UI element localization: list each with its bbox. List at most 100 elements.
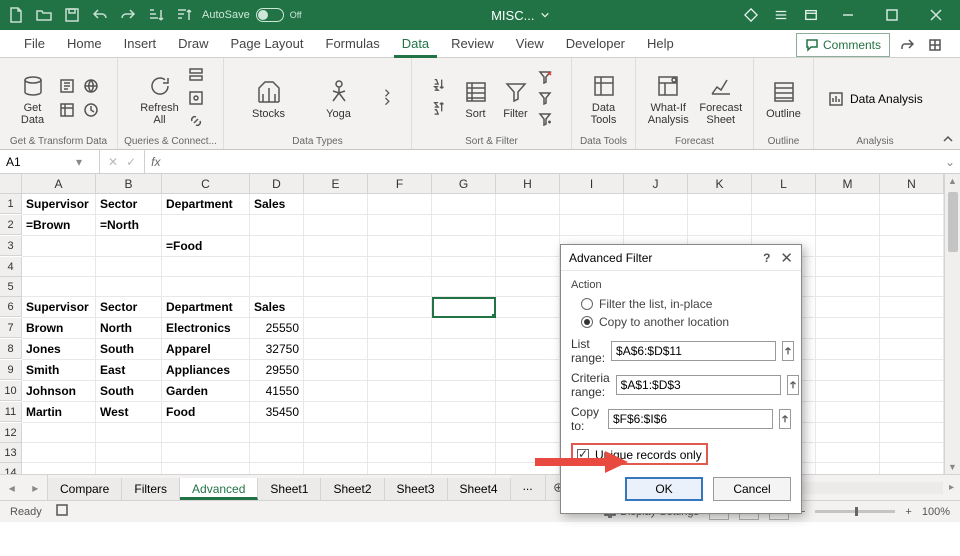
cell-N10[interactable] — [880, 381, 944, 402]
col-header-C[interactable]: C — [162, 174, 250, 193]
app-icon[interactable] — [800, 4, 822, 26]
cell-F4[interactable] — [368, 257, 432, 277]
row-header[interactable]: 14 — [0, 463, 22, 474]
clear-filter-icon[interactable] — [538, 70, 552, 87]
cell-A7[interactable]: Brown — [22, 318, 96, 339]
radio-icon[interactable] — [581, 316, 593, 328]
cell-B6[interactable]: Sector — [96, 297, 162, 318]
cell-D11[interactable]: 35450 — [250, 402, 304, 423]
cell-E14[interactable] — [304, 463, 368, 474]
help-icon[interactable]: ? — [763, 251, 770, 265]
cell-D12[interactable] — [250, 423, 304, 443]
sheet-tab-filters[interactable]: Filters — [122, 478, 180, 500]
chevron-down-icon[interactable]: ▾ — [70, 155, 88, 169]
cell-G5[interactable] — [432, 277, 496, 297]
cell-A13[interactable] — [22, 443, 96, 463]
comments-button[interactable]: Comments — [796, 33, 890, 57]
tab-file[interactable]: File — [14, 32, 55, 57]
cell-C2[interactable] — [162, 215, 250, 236]
cell-H8[interactable] — [496, 339, 560, 360]
cell-E9[interactable] — [304, 360, 368, 381]
cell-G9[interactable] — [432, 360, 496, 381]
cell-D13[interactable] — [250, 443, 304, 463]
cell-E4[interactable] — [304, 257, 368, 277]
row-header[interactable]: 9 — [0, 360, 22, 380]
ok-button[interactable]: OK — [625, 477, 703, 501]
cell-H7[interactable] — [496, 318, 560, 339]
fx-icon[interactable]: fx — [145, 155, 166, 169]
range-picker-icon[interactable] — [787, 375, 799, 395]
cell-A9[interactable]: Smith — [22, 360, 96, 381]
queries-icon[interactable] — [188, 67, 204, 86]
cell-A6[interactable]: Supervisor — [22, 297, 96, 318]
cell-E8[interactable] — [304, 339, 368, 360]
cell-M2[interactable] — [816, 215, 880, 236]
scroll-down-icon[interactable]: ▼ — [948, 462, 957, 472]
data-analysis-button[interactable]: Data Analysis — [828, 91, 923, 107]
accept-formula-icon[interactable]: ✓ — [126, 155, 136, 169]
col-header-N[interactable]: N — [880, 174, 944, 193]
chevron-down-icon[interactable] — [540, 10, 550, 20]
cell-A10[interactable]: Johnson — [22, 381, 96, 402]
cell-A2[interactable]: =Brown — [22, 215, 96, 236]
cell-M12[interactable] — [816, 423, 880, 443]
range-picker-icon[interactable] — [782, 341, 794, 361]
close-icon[interactable]: ✕ — [780, 249, 793, 267]
cell-H6[interactable] — [496, 297, 560, 318]
cell-F6[interactable] — [368, 297, 432, 318]
cell-A5[interactable] — [22, 277, 96, 297]
col-header-H[interactable]: H — [496, 174, 560, 193]
cell-E13[interactable] — [304, 443, 368, 463]
cell-E10[interactable] — [304, 381, 368, 402]
cell-N5[interactable] — [880, 277, 944, 297]
scrollbar-thumb[interactable] — [948, 192, 958, 252]
cell-A4[interactable] — [22, 257, 96, 277]
cell-F9[interactable] — [368, 360, 432, 381]
sheet-tab-sheet4[interactable]: Sheet4 — [448, 478, 511, 500]
row-header[interactable]: 5 — [0, 277, 22, 297]
diamond-icon[interactable] — [740, 4, 762, 26]
cell-C9[interactable]: Appliances — [162, 360, 250, 381]
cell-M6[interactable] — [816, 297, 880, 318]
cell-E6[interactable] — [304, 297, 368, 318]
cell-D3[interactable] — [250, 236, 304, 257]
cell-E5[interactable] — [304, 277, 368, 297]
col-header-A[interactable]: A — [22, 174, 96, 193]
row-header[interactable]: 3 — [0, 236, 22, 256]
cell-A12[interactable] — [22, 423, 96, 443]
col-header-K[interactable]: K — [688, 174, 752, 193]
cell-G1[interactable] — [432, 194, 496, 215]
recent-sources-icon[interactable] — [81, 100, 101, 120]
cell-M10[interactable] — [816, 381, 880, 402]
cell-G10[interactable] — [432, 381, 496, 402]
toggle-off-icon[interactable] — [256, 8, 284, 22]
from-table-icon[interactable] — [57, 100, 77, 120]
cell-A8[interactable]: Jones — [22, 339, 96, 360]
cell-C12[interactable] — [162, 423, 250, 443]
cell-M1[interactable] — [816, 194, 880, 215]
tab-developer[interactable]: Developer — [556, 32, 635, 57]
cell-F7[interactable] — [368, 318, 432, 339]
name-box-input[interactable] — [0, 155, 70, 169]
cell-F11[interactable] — [368, 402, 432, 423]
row-header[interactable]: 6 — [0, 297, 22, 317]
list-range-input[interactable] — [611, 341, 776, 361]
cell-M13[interactable] — [816, 443, 880, 463]
zoom-in-icon[interactable]: + — [905, 506, 911, 518]
cell-F14[interactable] — [368, 463, 432, 474]
outline-button[interactable]: Outline — [762, 78, 805, 120]
maximize-button[interactable] — [874, 3, 910, 27]
cell-H3[interactable] — [496, 236, 560, 257]
cell-J1[interactable] — [624, 194, 688, 215]
criteria-range-input[interactable] — [616, 375, 781, 395]
cell-H5[interactable] — [496, 277, 560, 297]
sheet-tab-compare[interactable]: Compare — [48, 478, 122, 500]
cell-D10[interactable]: 41550 — [250, 381, 304, 402]
minimize-button[interactable] — [830, 3, 866, 27]
range-picker-icon[interactable] — [779, 409, 791, 429]
cell-C8[interactable]: Apparel — [162, 339, 250, 360]
cell-A1[interactable]: Supervisor — [22, 194, 96, 215]
cell-G14[interactable] — [432, 463, 496, 474]
cell-N13[interactable] — [880, 443, 944, 463]
sheet-tab-advanced[interactable]: Advanced — [180, 478, 258, 500]
